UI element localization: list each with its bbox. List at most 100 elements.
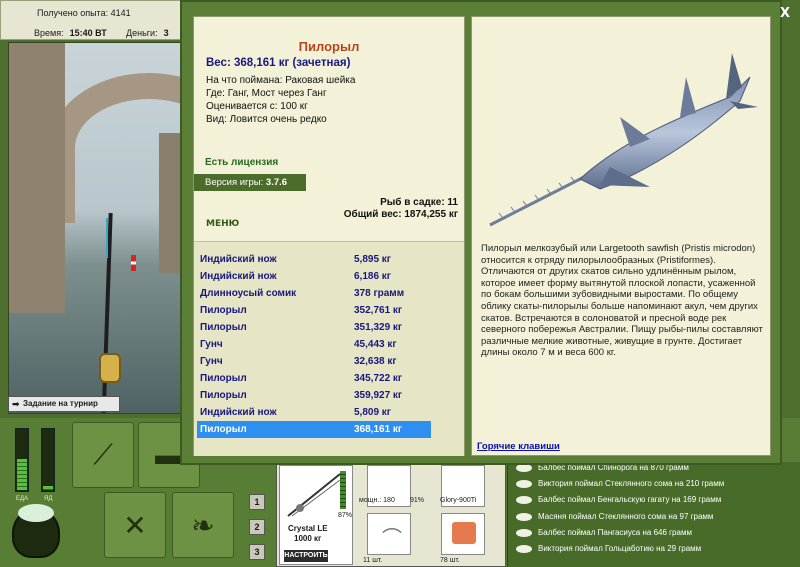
sawfish-image [489,53,758,227]
food-button[interactable]: ✕ [104,492,166,558]
fish-description-panel: Пилорыл мелкозубый или Largetooth sawfis… [471,16,771,456]
poison-label: ЯД [44,496,53,502]
fish-icon [516,513,532,521]
catch-name: Гунч [200,339,223,350]
catch-weight: 45,443 кг [354,339,397,350]
catch-place: Где: Ганг, Мост через Ганг [206,88,327,99]
catch-weight: 378 грамм [354,288,405,299]
fishing-scene[interactable] [8,42,188,414]
catch-row[interactable]: Пилорыл 359,927 кг [197,387,431,404]
reel-durability: 91% [410,497,425,504]
bait-slot[interactable] [441,513,485,555]
catch-feed: Балбес поймал Спинорога на 870 грамм Вик… [507,462,800,567]
catch-list[interactable]: Индийский нож 5,895 кг Индийский нож 6,186 … [194,241,464,456]
hook-icon: ⌒ [382,528,402,550]
catch-weight: 5,809 кг [354,407,391,418]
close-icon[interactable]: X [780,6,790,21]
fish-description: Пилорыл мелкозубый или Largetooth sawfis… [481,243,763,359]
reel-icon [99,353,121,383]
poison-meter [41,428,55,492]
fish-button[interactable]: ❧ [172,492,234,558]
game-version: Версия игры: 3.7.6 [194,174,306,191]
total-weight: Общий вес: 1874,255 кг [343,209,458,220]
experience-label: Получено опыта: 4141 [37,8,131,18]
fish-icon [516,529,532,537]
catch-row[interactable]: Пилорыл 368,161 кг [197,421,431,438]
bait-count: 78 шт. [440,557,460,564]
rod-name: Crystal LE [288,524,328,533]
catch-rarity: Вид: Ловится очень редко [206,114,327,125]
cage-count: Рыб в садке: 11 [380,197,458,208]
food-label: ЕДА [16,496,29,502]
catch-name: Гунч [200,356,223,367]
hook-count: 11 шт. [363,557,383,564]
catch-info-panel: Пилорыл Вес: 368,161 кг (зачетная) На чт… [193,16,465,456]
catch-row[interactable]: Индийский нож 5,895 кг [197,251,431,268]
fish-name: Пилорыл [298,39,360,54]
catch-weight: 368,161 кг [354,424,403,435]
catch-weight: 6,186 кг [354,271,391,282]
catch-price: Оценивается с: 100 кг [206,101,308,112]
catch-dialog: Пилорыл Вес: 368,161 кг (зачетная) На чт… [180,0,782,465]
catch-row[interactable]: Пилорыл 345,722 кг [197,370,431,387]
setup-button[interactable]: НАСТРОИТЬ [284,550,328,562]
fish-icon [516,464,532,472]
catch-row[interactable]: Пилорыл 351,329 кг [197,319,431,336]
fish-icon: ❧ [191,509,215,541]
rod-weight: 1000 кг [294,534,322,543]
feed-item: Балбес поймал Пангасиуса на 646 грамм [512,525,692,541]
line-name: Glory-900Ti [440,497,477,504]
catch-name: Пилорыл [200,305,247,316]
fish-icon [516,480,532,488]
cauldron-icon[interactable] [12,504,60,558]
catch-row[interactable]: Гунч 32,638 кг [197,353,431,370]
catch-row[interactable]: Индийский нож 6,186 кг [197,268,431,285]
feed-item: Балбес поймал Бенгальскую гагату на 169 … [512,492,721,508]
rod-durability: 87% [338,512,353,519]
catch-weight: 359,927 кг [354,390,403,401]
rod-tip [106,218,108,258]
fish-icon [516,496,532,504]
menu-button[interactable]: МЕНЮ [206,219,239,229]
slot-button-1[interactable]: 1 [249,494,265,510]
reel-power: мощн.: 180 [359,497,395,504]
tackle-box-icon: ▬ [155,439,183,470]
slot-button-2[interactable]: 2 [249,519,265,535]
catch-name: Индийский нож [200,254,277,265]
catch-weight: 5,895 кг [354,254,391,265]
rod-durability-bar [340,471,346,509]
status-bar: Получено опыта: 4141 Время: 15:40 ВТ День… [0,0,185,40]
catch-row[interactable]: Длинноусый сомик 378 грамм [197,285,431,302]
bridge-pillar [9,43,65,313]
rods-button[interactable]: ⟋ [72,422,134,488]
fish-icon [516,545,532,553]
food-meter [15,428,29,492]
arrow-right-icon: ➡ [12,399,20,409]
catch-row[interactable]: Гунч 45,443 кг [197,336,431,353]
gear-panel: Crystal LE 1000 кг 87% НАСТРОИТЬ мощн.: … [276,462,506,567]
catch-bait: На что поймана: Раковая шейка [206,75,356,86]
feed-item: Масяня поймал Стеклянного сома на 97 гра… [512,509,713,525]
catch-name: Пилорыл [200,390,247,401]
catch-name: Пилорыл [200,322,247,333]
catch-row[interactable]: Пилорыл 352,761 кг [197,302,431,319]
slot-button-3[interactable]: 3 [249,544,265,560]
fish-weight: Вес: 368,161 кг (зачетная) [206,57,351,69]
catch-name: Индийский нож [200,271,277,282]
license-status: Есть лицензия [205,157,279,168]
catch-weight: 351,329 кг [354,322,403,333]
catch-weight: 345,722 кг [354,373,403,384]
catch-row[interactable]: Индийский нож 5,809 кг [197,404,431,421]
game-time: Время: 15:40 ВТ [34,28,107,38]
rod-icon: ⟋ [93,438,113,470]
tournament-task-button[interactable]: ➡ Задание на турнир [8,396,120,412]
feed-item: Виктория поймал Гольцаботию на 29 грамм [512,541,701,557]
catch-weight: 352,761 кг [354,305,403,316]
catch-weight: 32,638 кг [354,356,397,367]
hook-slot[interactable]: ⌒ [367,513,411,555]
hotkeys-link[interactable]: Горячие клавиши [477,441,560,452]
catch-name: Индийский нож [200,407,277,418]
bait-icon [452,522,476,544]
money: Деньги: 3 [126,28,169,38]
catch-name: Пилорыл [200,424,247,435]
